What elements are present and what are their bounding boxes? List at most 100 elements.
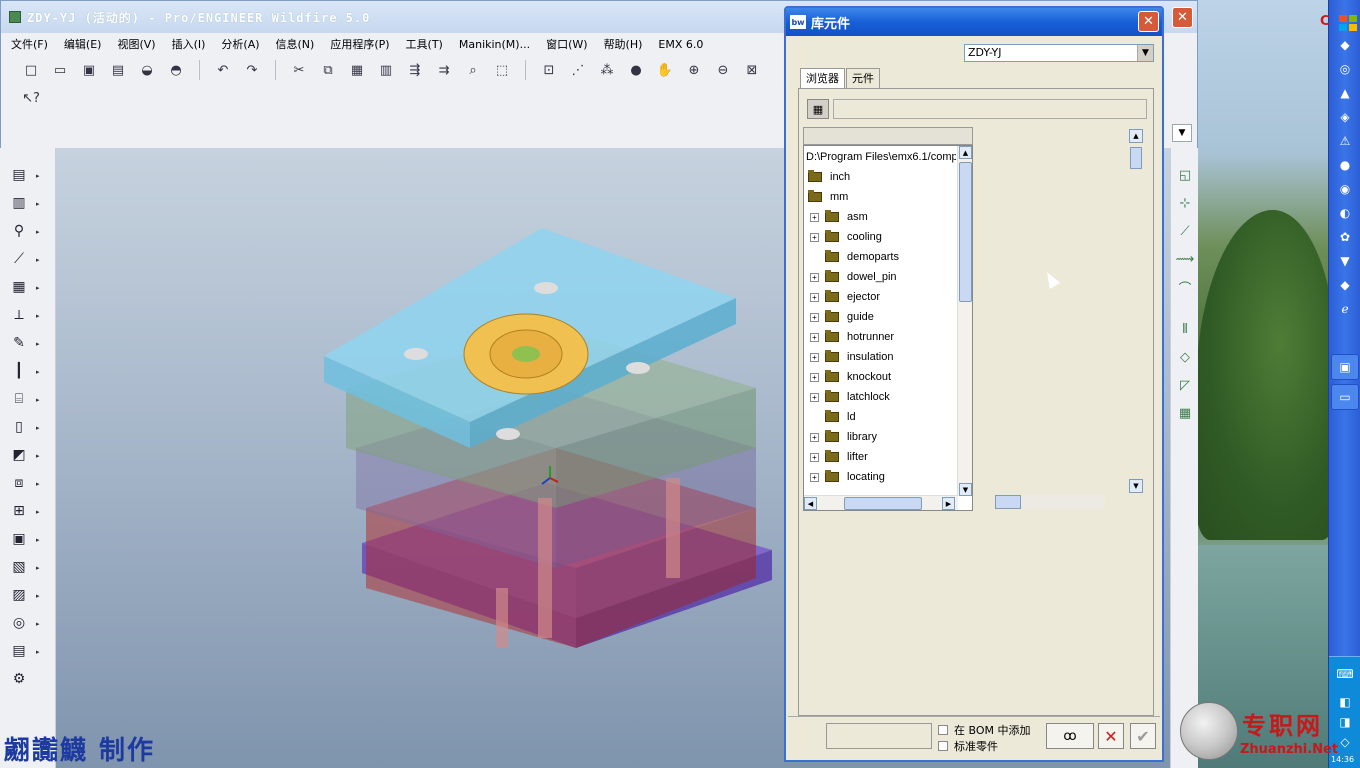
cut-icon[interactable]: ✂	[289, 60, 309, 80]
flyout-arrow-icon[interactable]: ▸	[36, 424, 42, 432]
preview-horizontal-scrollbar[interactable]	[995, 495, 1105, 509]
open-icon[interactable]: ▭	[50, 60, 70, 80]
tree-item[interactable]: mm	[808, 188, 848, 206]
expand-plus-icon[interactable]: +	[810, 392, 819, 402]
quantity-field[interactable]	[826, 723, 932, 749]
browser-icon[interactable]: ◎	[1335, 60, 1355, 78]
app-icon[interactable]: ●	[1335, 156, 1355, 174]
mold-base-icon[interactable]: ▤	[8, 164, 30, 186]
taskbar-app-proe[interactable]: ▣	[1331, 354, 1359, 380]
datum-axis-icon[interactable]: ⊹	[1174, 192, 1196, 214]
flyout-arrow-icon[interactable]: ▸	[36, 200, 42, 208]
lifter-icon[interactable]: ◩	[8, 444, 30, 466]
menu-insert[interactable]: 插入(I)	[172, 36, 206, 52]
ie-icon[interactable]: ℯ	[1335, 300, 1355, 318]
tree-item[interactable]: + lifter	[810, 448, 868, 466]
tree-item[interactable]: + insulation	[810, 348, 893, 366]
tree-item[interactable]: + knockout	[810, 368, 891, 386]
windows-start-icon[interactable]	[1338, 14, 1358, 32]
menu-emx[interactable]: EMX 6.0	[658, 38, 703, 51]
dialog-titlebar[interactable]: bw 库元件	[786, 8, 1162, 36]
flyout-arrow-icon[interactable]: ▸	[36, 396, 42, 404]
find-icon[interactable]: ⌕	[463, 60, 483, 80]
tree-item[interactable]: demoparts	[810, 248, 899, 266]
scroll-down-icon[interactable]: ▼	[1129, 479, 1143, 493]
thermal-icon[interactable]: ▤	[8, 640, 30, 662]
bom-icon[interactable]: ▧	[8, 556, 30, 578]
pin-icon[interactable]: ✎	[8, 332, 30, 354]
pattern-icon[interactable]: ▦	[1174, 402, 1196, 424]
preview-vertical-scrollbar[interactable]: ▲ ▼	[1129, 129, 1143, 493]
datum-plane-icon[interactable]: ◱	[1174, 164, 1196, 186]
app-icon[interactable]: ▼	[1335, 252, 1355, 270]
flyout-arrow-icon[interactable]: ▸	[36, 592, 42, 600]
flyout-arrow-icon[interactable]: ▸	[36, 480, 42, 488]
cancel-button[interactable]: ✕	[1098, 723, 1124, 749]
tree-item[interactable]: + guide	[810, 308, 874, 326]
shield-icon[interactable]: ◆	[1335, 36, 1355, 54]
hscroll-thumb[interactable]	[995, 495, 1021, 509]
flyout-arrow-icon[interactable]: ▸	[36, 648, 42, 656]
tree-item[interactable]: inch	[808, 168, 850, 186]
add-to-bom-checkbox[interactable]	[938, 725, 948, 735]
regenerate-icon[interactable]: ⇶	[405, 60, 425, 80]
flyout-arrow-icon[interactable]: ▸	[36, 172, 42, 180]
expand-plus-icon[interactable]: +	[810, 212, 819, 222]
extend-icon[interactable]: ◸	[1174, 374, 1196, 396]
expand-plus-icon[interactable]: +	[810, 472, 819, 482]
menu-analysis[interactable]: 分析(A)	[221, 36, 259, 52]
sketch-icon[interactable]: ⌒	[1174, 276, 1196, 298]
flyout-arrow-icon[interactable]: ▸	[36, 508, 42, 516]
plate-icon[interactable]: ▥	[8, 192, 30, 214]
refit-icon[interactable]: ⊠	[742, 60, 762, 80]
right-combo-arrow-icon[interactable]: ▼	[1172, 124, 1192, 142]
library-select[interactable]: ZDY-YJ ▼	[964, 44, 1154, 62]
menu-window[interactable]: 窗口(W)	[546, 36, 587, 52]
flyout-arrow-icon[interactable]: ▸	[36, 620, 42, 628]
app-icon[interactable]: ▲	[1335, 84, 1355, 102]
scroll-thumb[interactable]	[1130, 147, 1142, 169]
insert-icon[interactable]: ⊞	[8, 500, 30, 522]
tray-icon[interactable]: ◨	[1335, 713, 1355, 731]
expand-plus-icon[interactable]: +	[810, 292, 819, 302]
tree-item[interactable]: ld	[810, 408, 856, 426]
flyout-arrow-icon[interactable]: ▸	[36, 228, 42, 236]
shade-icon[interactable]: ●	[626, 60, 646, 80]
flyout-arrow-icon[interactable]: ▸	[36, 368, 42, 376]
expand-plus-icon[interactable]: +	[810, 372, 819, 382]
tree-item[interactable]: + cooling	[810, 228, 882, 246]
axis-display-icon[interactable]: ⋰	[568, 60, 588, 80]
save-icon[interactable]: ▣	[79, 60, 99, 80]
keyboard-icon[interactable]: ⌨	[1335, 665, 1355, 683]
guide-icon[interactable]: ▦	[8, 276, 30, 298]
flyout-arrow-icon[interactable]: ▸	[36, 536, 42, 544]
flyout-arrow-icon[interactable]: ▸	[36, 256, 42, 264]
component-icon[interactable]: ▣	[8, 528, 30, 550]
tray-icon[interactable]: ◧	[1335, 693, 1355, 711]
warning-icon[interactable]: ⚠	[1335, 132, 1355, 150]
search-icon[interactable]: ▦	[807, 99, 829, 119]
menu-tools[interactable]: 工具(T)	[406, 36, 443, 52]
redo-icon[interactable]: ↷	[242, 60, 262, 80]
app-icon[interactable]: ✿	[1335, 228, 1355, 246]
menu-file[interactable]: 文件(F)	[11, 36, 48, 52]
flyout-arrow-icon[interactable]: ▸	[36, 284, 42, 292]
chevron-down-icon[interactable]: ▼	[1137, 45, 1153, 61]
datum-point-icon[interactable]: ⟿	[1174, 248, 1196, 270]
latch-icon[interactable]: ⧈	[8, 472, 30, 494]
emx-options-icon[interactable]: ⚙	[8, 668, 30, 690]
taskbar-app-folder[interactable]: ▭	[1331, 384, 1359, 410]
ejector-icon[interactable]: ⟂	[8, 304, 30, 326]
expand-plus-icon[interactable]: +	[810, 452, 819, 462]
standard-part-checkbox[interactable]	[938, 741, 948, 751]
tab-browser[interactable]: 浏览器	[800, 68, 845, 88]
datum-curve-icon[interactable]: ⟋	[1174, 220, 1196, 242]
scroll-up-icon[interactable]: ▲	[959, 146, 972, 159]
expand-plus-icon[interactable]: +	[810, 272, 819, 282]
context-help-icon[interactable]: ↖?	[21, 88, 41, 108]
print-icon[interactable]: ▤	[108, 60, 128, 80]
regen-manager-icon[interactable]: ⇉	[434, 60, 454, 80]
send-icon[interactable]: ◒	[137, 60, 157, 80]
browser-icon[interactable]: ◉	[1335, 180, 1355, 198]
zoom-in-icon[interactable]: ⊕	[684, 60, 704, 80]
